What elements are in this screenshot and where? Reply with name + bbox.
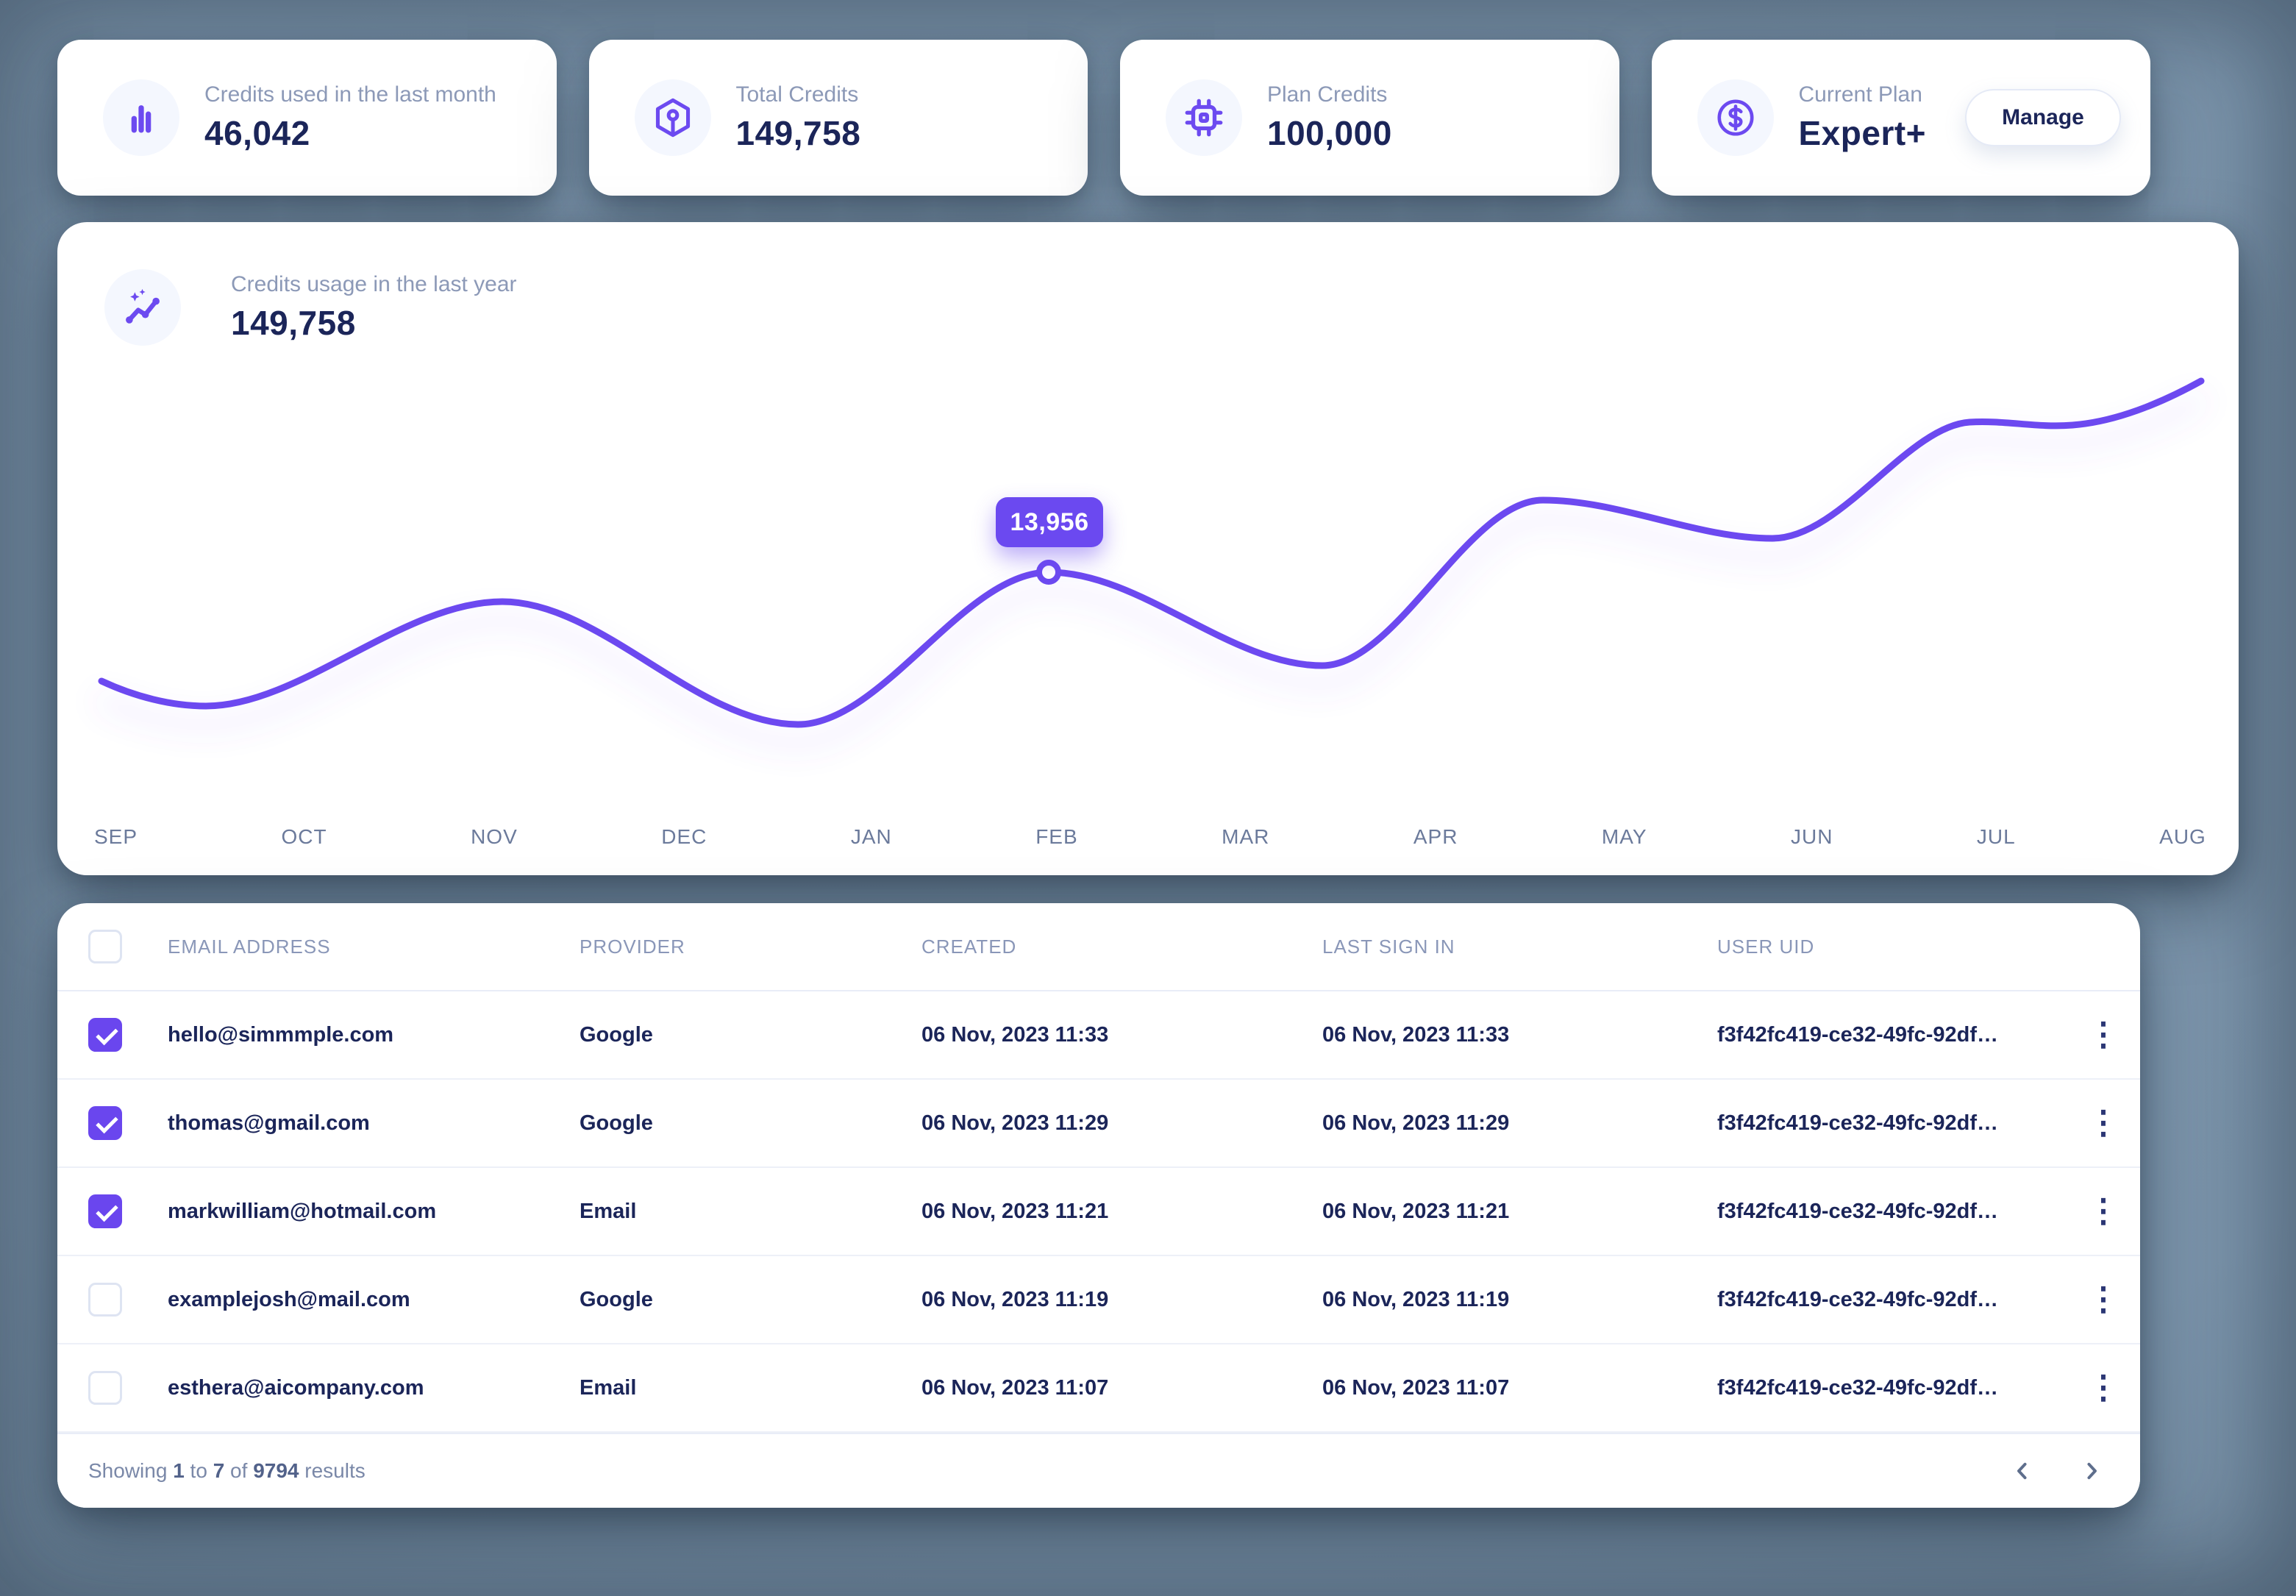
card-total-credits: Total Credits 149,758 — [589, 40, 1088, 196]
cell-created: 06 Nov, 2023 11:33 — [921, 1023, 1322, 1047]
results-from: 1 — [173, 1459, 185, 1482]
row-actions-kebab-icon[interactable] — [2081, 1097, 2125, 1150]
x-axis-tick: OCT — [282, 825, 327, 849]
cell-created: 06 Nov, 2023 11:19 — [921, 1288, 1322, 1312]
table-row: hello@simmmple.com Google 06 Nov, 2023 1… — [57, 991, 2140, 1080]
x-axis-tick: JUN — [1791, 825, 1833, 849]
card-value: Expert+ — [1799, 113, 1927, 153]
row-actions-kebab-icon[interactable] — [2081, 1185, 2125, 1238]
card-label: Plan Credits — [1267, 82, 1392, 107]
cell-email: markwilliam@hotmail.com — [168, 1200, 580, 1224]
cell-user-uid: f3f42fc419-ce32-49fc-92df… — [1717, 1200, 2059, 1224]
dollar-icon — [1697, 79, 1774, 156]
x-axis-labels: SEP OCT NOV DEC JAN FEB MAR APR MAY JUN … — [57, 825, 2239, 849]
card-plan-credits: Plan Credits 100,000 — [1120, 40, 1619, 196]
cell-last-sign-in: 06 Nov, 2023 11:29 — [1322, 1111, 1717, 1136]
x-axis-tick: NOV — [471, 825, 518, 849]
row-actions-kebab-icon[interactable] — [2081, 1008, 2125, 1061]
highlighted-point-marker[interactable] — [1039, 563, 1058, 582]
cell-provider: Google — [580, 1288, 921, 1312]
table-row: examplejosh@mail.com Google 06 Nov, 2023… — [57, 1256, 2140, 1344]
credits-usage-chart-panel: Credits usage in the last year 149,758 1… — [57, 222, 2239, 875]
pagination-controls — [1999, 1447, 2115, 1495]
chevron-left-icon[interactable] — [1999, 1447, 2046, 1495]
row-checkbox[interactable] — [88, 1018, 122, 1052]
x-axis-tick: APR — [1413, 825, 1458, 849]
column-header-last-sign-in: LAST SIGN IN — [1322, 936, 1717, 958]
card-value: 46,042 — [204, 113, 496, 153]
showing-label: Showing — [88, 1459, 167, 1482]
row-actions-kebab-icon[interactable] — [2081, 1361, 2125, 1414]
card-credits-used: Credits used in the last month 46,042 — [57, 40, 557, 196]
table-footer: Showing 1 to 7 of 9794 results — [57, 1433, 2140, 1508]
column-header-user-uid: USER UID — [1717, 936, 2059, 958]
column-header-email: EMAIL ADDRESS — [168, 936, 580, 958]
usage-line — [101, 381, 2201, 724]
results-total: 9794 — [253, 1459, 299, 1482]
cell-provider: Google — [580, 1023, 921, 1047]
credits-usage-line-chart[interactable] — [57, 310, 2239, 796]
cube-icon — [635, 79, 711, 156]
chart-title: Credits usage in the last year — [231, 272, 517, 297]
to-label: to — [190, 1459, 207, 1482]
cell-provider: Email — [580, 1200, 921, 1224]
cell-email: thomas@gmail.com — [168, 1111, 580, 1136]
x-axis-tick: MAY — [1602, 825, 1647, 849]
cell-last-sign-in: 06 Nov, 2023 11:21 — [1322, 1200, 1717, 1224]
row-checkbox[interactable] — [88, 1371, 122, 1405]
row-checkbox[interactable] — [88, 1106, 122, 1140]
chevron-right-icon[interactable] — [2068, 1447, 2115, 1495]
stat-cards-row: Credits used in the last month 46,042 To… — [57, 40, 2150, 196]
card-label: Credits used in the last month — [204, 82, 496, 107]
cell-last-sign-in: 06 Nov, 2023 11:33 — [1322, 1023, 1717, 1047]
card-value: 149,758 — [736, 113, 861, 153]
select-all-checkbox[interactable] — [88, 930, 122, 963]
x-axis-tick: FEB — [1035, 825, 1077, 849]
chart-tooltip: 13,956 — [996, 497, 1103, 547]
of-label: of — [230, 1459, 247, 1482]
x-axis-tick: JUL — [1977, 825, 2016, 849]
column-header-provider: PROVIDER — [580, 936, 921, 958]
row-checkbox[interactable] — [88, 1194, 122, 1228]
manage-plan-button[interactable]: Manage — [1965, 89, 2121, 146]
results-to: 7 — [213, 1459, 225, 1482]
chip-icon — [1166, 79, 1242, 156]
table-row: thomas@gmail.com Google 06 Nov, 2023 11:… — [57, 1080, 2140, 1168]
cell-user-uid: f3f42fc419-ce32-49fc-92df… — [1717, 1288, 2059, 1312]
results-label: results — [304, 1459, 365, 1482]
card-label: Total Credits — [736, 82, 861, 107]
results-summary: Showing 1 to 7 of 9794 results — [88, 1459, 366, 1483]
cell-last-sign-in: 06 Nov, 2023 11:19 — [1322, 1288, 1717, 1312]
row-checkbox[interactable] — [88, 1283, 122, 1317]
cell-user-uid: f3f42fc419-ce32-49fc-92df… — [1717, 1023, 2059, 1047]
x-axis-tick: DEC — [661, 825, 707, 849]
card-label: Current Plan — [1799, 82, 1927, 107]
row-actions-kebab-icon[interactable] — [2081, 1273, 2125, 1326]
cell-created: 06 Nov, 2023 11:29 — [921, 1111, 1322, 1136]
x-axis-tick: MAR — [1222, 825, 1269, 849]
x-axis-tick: AUG — [2159, 825, 2206, 849]
cell-user-uid: f3f42fc419-ce32-49fc-92df… — [1717, 1376, 2059, 1400]
cell-created: 06 Nov, 2023 11:21 — [921, 1200, 1322, 1224]
cell-created: 06 Nov, 2023 11:07 — [921, 1376, 1322, 1400]
cell-provider: Google — [580, 1111, 921, 1136]
cell-user-uid: f3f42fc419-ce32-49fc-92df… — [1717, 1111, 2059, 1136]
cell-email: hello@simmmple.com — [168, 1023, 580, 1047]
cell-email: examplejosh@mail.com — [168, 1288, 580, 1312]
cell-email: esthera@aicompany.com — [168, 1376, 580, 1400]
table-row: markwilliam@hotmail.com Email 06 Nov, 20… — [57, 1168, 2140, 1256]
table-row: esthera@aicompany.com Email 06 Nov, 2023… — [57, 1344, 2140, 1433]
table-header-row: EMAIL ADDRESS PROVIDER CREATED LAST SIGN… — [57, 903, 2140, 991]
x-axis-tick: SEP — [94, 825, 138, 849]
cell-last-sign-in: 06 Nov, 2023 11:07 — [1322, 1376, 1717, 1400]
card-value: 100,000 — [1267, 113, 1392, 153]
cell-provider: Email — [580, 1376, 921, 1400]
bar-chart-icon — [103, 79, 179, 156]
card-current-plan: Current Plan Expert+ Manage — [1652, 40, 2151, 196]
column-header-created: CREATED — [921, 936, 1322, 958]
users-table-panel: EMAIL ADDRESS PROVIDER CREATED LAST SIGN… — [57, 903, 2140, 1508]
x-axis-tick: JAN — [851, 825, 892, 849]
